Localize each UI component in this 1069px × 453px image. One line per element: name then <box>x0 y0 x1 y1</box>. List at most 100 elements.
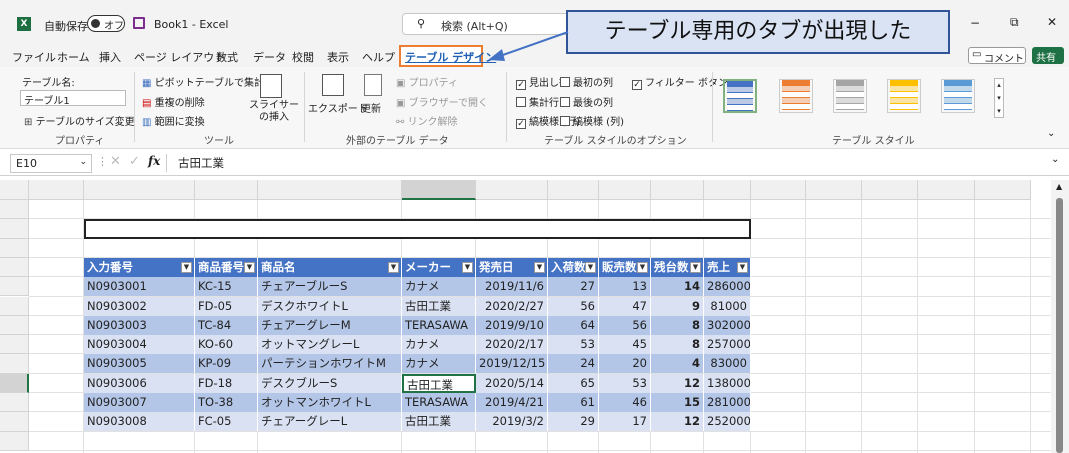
collapse-ribbon-icon[interactable]: ⌄ <box>1047 128 1055 139</box>
row-header[interactable] <box>0 257 29 278</box>
table-cell[interactable]: N0903008 <box>84 412 195 432</box>
table-cell[interactable]: FD-05 <box>195 296 258 316</box>
tab-help[interactable]: ヘルプ <box>362 49 395 65</box>
tab-file[interactable]: ファイル <box>12 49 56 65</box>
table-cell[interactable]: N0903005 <box>84 354 195 374</box>
row-header[interactable] <box>0 354 29 374</box>
table-cell[interactable]: TO-38 <box>195 393 258 412</box>
refresh-button[interactable]: 更新 <box>358 72 390 124</box>
fx-icon[interactable]: fx <box>148 154 160 168</box>
table-cell[interactable]: デスクブルーS <box>258 373 402 393</box>
row-header[interactable] <box>0 412 29 432</box>
row-header[interactable] <box>0 296 29 316</box>
table-cell[interactable]: 12 <box>651 412 704 432</box>
tab-view[interactable]: 表示 <box>327 49 349 65</box>
table-cell[interactable]: デスクホワイトL <box>258 296 402 316</box>
unlink-button[interactable]: ⚯ リンク解除 <box>396 113 458 128</box>
restore-button[interactable]: ⧉ <box>1010 15 1019 30</box>
table-cell[interactable]: 45 <box>599 335 651 355</box>
table-cell[interactable]: 64 <box>548 315 599 335</box>
column-header[interactable] <box>651 180 704 200</box>
filter-dropdown-icon[interactable]: ▼ <box>244 261 255 273</box>
row-header[interactable] <box>0 200 29 220</box>
table-cell[interactable]: 15 <box>651 393 704 412</box>
formula-input[interactable]: 古田工業 <box>178 155 224 171</box>
table-cell[interactable]: チェアーブルーS <box>258 277 402 297</box>
table-header-cell[interactable]: 売上 ▼ <box>704 257 751 277</box>
table-cell[interactable]: 29 <box>548 412 599 432</box>
last-column-checkbox[interactable]: 最後の列 <box>560 94 613 109</box>
filter-dropdown-icon[interactable]: ▼ <box>637 261 648 273</box>
filter-dropdown-icon[interactable]: ▼ <box>737 261 748 273</box>
table-cell[interactable]: 24 <box>548 354 599 374</box>
table-cell[interactable]: オットマンホワイトL <box>258 393 402 412</box>
filter-dropdown-icon[interactable]: ▼ <box>534 261 545 273</box>
style-swatch[interactable] <box>833 79 867 113</box>
table-cell[interactable]: 2020/5/14 <box>476 373 548 393</box>
table-cell[interactable]: 27 <box>548 277 599 297</box>
column-header[interactable] <box>975 180 1031 200</box>
open-browser-button[interactable]: ▣ ブラウザーで開く <box>396 94 488 109</box>
table-cell[interactable]: 2019/11/6 <box>476 277 548 297</box>
table-cell[interactable]: 古田工業 <box>402 296 476 316</box>
scroll-up-icon[interactable]: ▲ <box>1056 182 1062 191</box>
table-cell[interactable]: 281000 <box>704 393 751 412</box>
filter-dropdown-icon[interactable]: ▼ <box>690 261 701 273</box>
table-header-cell[interactable]: 入力番号 ▼ <box>84 257 195 277</box>
table-cell[interactable]: N0903004 <box>84 335 195 355</box>
table-cell[interactable]: FD-18 <box>195 373 258 393</box>
table-cell[interactable]: N0903006 <box>84 373 195 393</box>
total-row-checkbox[interactable]: 集計行 <box>516 94 559 109</box>
column-header[interactable] <box>402 180 476 200</box>
table-cell[interactable]: N0903003 <box>84 315 195 335</box>
table-cell[interactable]: チェアーグレーL <box>258 412 402 432</box>
table-cell[interactable]: 2019/9/10 <box>476 315 548 335</box>
table-cell[interactable]: チェアーグレーM <box>258 315 402 335</box>
row-header[interactable] <box>0 277 29 297</box>
row-header[interactable] <box>0 219 29 239</box>
resize-table-button[interactable]: ⊞ テーブルのサイズ変更 <box>24 113 135 128</box>
remove-duplicates-button[interactable]: ▤ 重複の削除 <box>142 94 205 109</box>
style-swatch[interactable] <box>779 79 813 113</box>
filter-button-checkbox[interactable]: ✓ フィルター ボタン <box>632 74 728 90</box>
table-cell[interactable]: 2020/2/17 <box>476 335 548 355</box>
table-cell[interactable]: カナメ <box>402 335 476 355</box>
column-header[interactable] <box>704 180 751 200</box>
table-header-cell[interactable]: 残台数 ▼ <box>651 257 704 277</box>
table-header-cell[interactable]: 入荷数 ▼ <box>548 257 599 277</box>
active-cell[interactable]: 古田工業 <box>402 373 476 393</box>
column-header[interactable] <box>751 180 806 200</box>
export-button[interactable]: エクスポート <box>308 72 368 124</box>
table-cell[interactable]: オットマングレーL <box>258 335 402 355</box>
gallery-scroll[interactable]: ▴ ▾ ▾ <box>994 78 1004 118</box>
table-cell[interactable]: 138000 <box>704 373 751 393</box>
table-cell[interactable]: 53 <box>548 335 599 355</box>
column-header[interactable] <box>918 180 975 200</box>
share-button[interactable]: 共有 <box>1032 47 1064 64</box>
select-all-corner[interactable] <box>0 180 29 200</box>
first-column-checkbox[interactable]: 最初の列 <box>560 74 613 89</box>
table-cell[interactable]: KC-15 <box>195 277 258 297</box>
column-header[interactable] <box>806 180 862 200</box>
table-cell[interactable]: TERASAWA <box>402 315 476 335</box>
banded-columns-checkbox[interactable]: 縞模様 (列) <box>560 113 624 128</box>
tab-review[interactable]: 校閲 <box>292 49 314 65</box>
table-cell[interactable]: 56 <box>599 315 651 335</box>
tab-data[interactable]: データ <box>253 49 286 65</box>
row-header[interactable] <box>0 335 29 355</box>
tab-page-layout[interactable]: ページ レイアウト <box>134 49 225 65</box>
table-cell[interactable]: 81000 <box>704 296 751 316</box>
column-header[interactable] <box>599 180 651 200</box>
filter-dropdown-icon[interactable]: ▼ <box>181 261 192 273</box>
column-header[interactable] <box>195 180 258 200</box>
table-cell[interactable]: 8 <box>651 315 704 335</box>
tab-insert[interactable]: 挿入 <box>99 49 121 65</box>
table-cell[interactable]: 2019/12/15 <box>476 354 548 374</box>
table-cell[interactable]: 20 <box>599 354 651 374</box>
vertical-scrollbar[interactable]: ▲ <box>1051 180 1069 453</box>
style-swatch[interactable] <box>887 79 921 113</box>
table-cell[interactable]: 286000 <box>704 277 751 297</box>
slicer-button[interactable]: スライサーの挿入 <box>246 72 300 124</box>
filter-dropdown-icon[interactable]: ▼ <box>388 261 399 273</box>
table-cell[interactable]: 2020/2/27 <box>476 296 548 316</box>
